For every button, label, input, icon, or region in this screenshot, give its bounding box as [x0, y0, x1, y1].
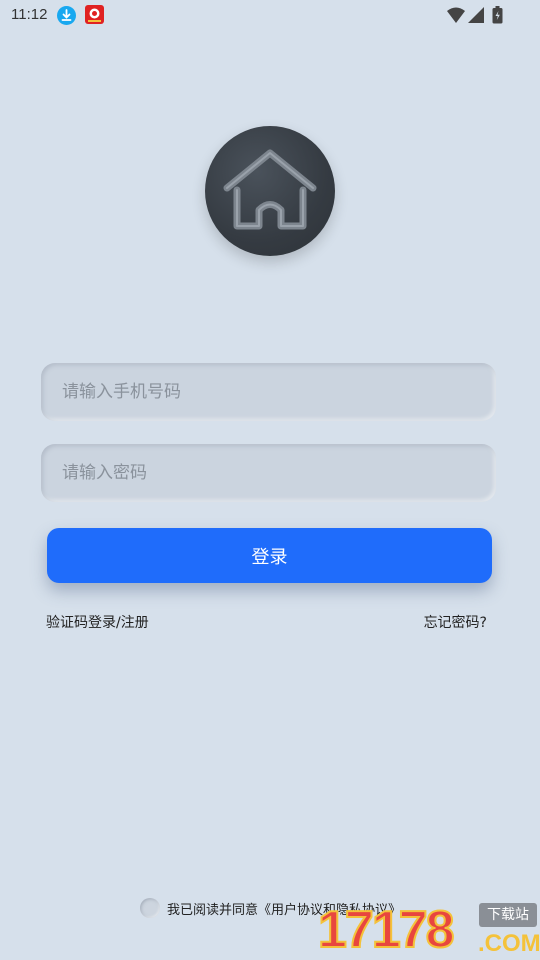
- forgot-password-link[interactable]: 忘记密码?: [424, 612, 487, 632]
- wifi-icon: [447, 7, 465, 27]
- agreement-text: 我已阅读并同意: [167, 902, 259, 918]
- signal-icon: [468, 7, 484, 27]
- app-logo: [205, 126, 335, 256]
- phone-input[interactable]: [41, 363, 496, 421]
- sms-login-link[interactable]: 验证码登录/注册: [46, 612, 149, 632]
- password-field[interactable]: [41, 444, 496, 502]
- password-input[interactable]: [41, 444, 496, 502]
- download-notification-icon: [57, 6, 76, 25]
- login-button[interactable]: 登录: [47, 528, 492, 583]
- battery-icon: [492, 6, 503, 28]
- phone-field[interactable]: [41, 363, 496, 421]
- status-bar: 11:12: [0, 0, 540, 32]
- watermark: 17178 下载站 .COM: [317, 900, 540, 960]
- watermark-number: 17178: [317, 900, 456, 960]
- watermark-badge: 下载站: [479, 903, 537, 927]
- watermark-domain: .COM: [478, 930, 540, 957]
- app-notification-icon: [85, 5, 104, 24]
- home-icon: [223, 149, 317, 230]
- status-time: 11:12: [11, 6, 48, 23]
- agreement-checkbox[interactable]: [140, 898, 160, 918]
